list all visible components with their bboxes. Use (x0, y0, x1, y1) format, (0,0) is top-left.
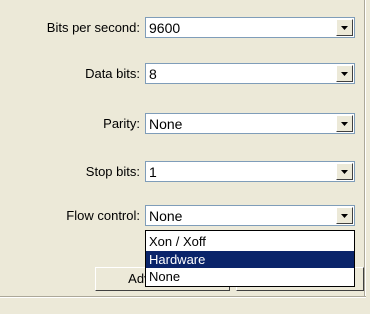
bits-per-second-select[interactable]: 9600 (145, 17, 355, 38)
data-bits-value: 8 (149, 66, 157, 82)
panel-right-edge (364, 0, 366, 296)
chevron-down-icon[interactable] (336, 163, 353, 180)
stop-bits-select[interactable]: 1 (145, 161, 355, 182)
flow-control-dropdown-list: Xon / Xoff Hardware None (145, 230, 355, 287)
chevron-down-icon[interactable] (336, 207, 353, 224)
parity-select[interactable]: None (145, 113, 355, 134)
serial-port-settings-panel: Bits per second: 9600 Data bits: 8 Parit… (0, 0, 370, 314)
flow-control-label: Flow control: (66, 208, 140, 223)
chevron-down-icon[interactable] (336, 115, 353, 132)
chevron-down-icon[interactable] (336, 19, 353, 36)
dropdown-option-hardware[interactable]: Hardware (146, 251, 354, 268)
dropdown-option-xon-xoff[interactable]: Xon / Xoff (146, 233, 354, 250)
data-bits-select[interactable]: 8 (145, 63, 355, 84)
stop-bits-value: 1 (149, 164, 157, 180)
flow-control-select[interactable]: None (145, 205, 355, 226)
stop-bits-label: Stop bits: (85, 164, 140, 179)
parity-label: Parity: (103, 116, 140, 131)
parity-value: None (149, 116, 183, 132)
data-bits-label: Data bits: (85, 66, 140, 81)
panel-bottom-edge (0, 296, 366, 298)
bits-per-second-label: Bits per second: (46, 20, 140, 35)
bits-per-second-value: 9600 (149, 20, 181, 36)
dropdown-option-none[interactable]: None (146, 268, 354, 285)
chevron-down-icon[interactable] (336, 65, 353, 82)
flow-control-value: None (149, 208, 183, 224)
